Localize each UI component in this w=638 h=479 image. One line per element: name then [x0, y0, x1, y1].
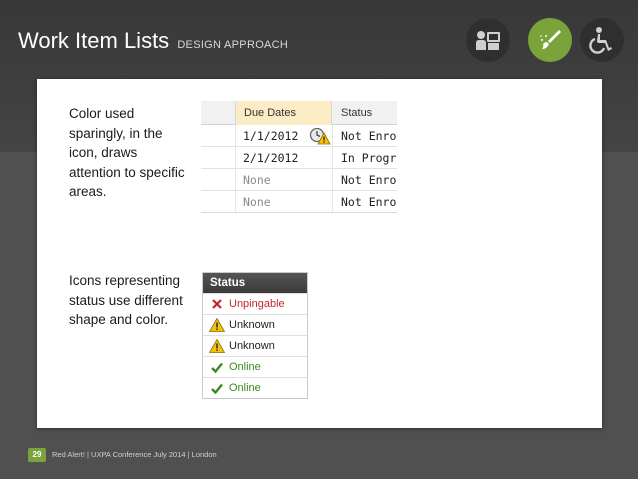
list-item[interactable]: Online	[203, 377, 307, 398]
icons-note: Icons representing status use different …	[69, 273, 183, 327]
dates-table-header: Due Dates Status	[201, 101, 397, 125]
list-item[interactable]: Unknown	[203, 314, 307, 335]
slide-title: Work Item Lists DESIGN APPROACH	[18, 28, 288, 54]
x-icon	[209, 297, 225, 311]
content-card: Color used sparingly, in the icon, draws…	[37, 79, 602, 428]
table-row[interactable]: 2/1/2012 In Progres	[201, 147, 397, 169]
slide-title-text: Work Item Lists	[18, 28, 170, 53]
status-column-header[interactable]: Status	[332, 101, 397, 125]
status-label: Online	[229, 382, 261, 394]
check-icon	[209, 360, 225, 374]
list-item[interactable]: Online	[203, 356, 307, 377]
warning-icon	[209, 318, 225, 332]
status-cell: Not Enroll	[341, 129, 397, 143]
status-cell: Not Enroll	[341, 195, 397, 209]
presentation-icon	[466, 18, 510, 62]
paintbrush-icon	[528, 18, 572, 62]
dates-table: Due Dates Status 1/1/2012 Not Enroll 2/1…	[201, 101, 397, 213]
status-list: Status Unpingable Unknown Unknown Online	[202, 272, 308, 399]
status-label: Online	[229, 361, 261, 373]
list-item[interactable]: Unpingable	[203, 293, 307, 314]
list-item[interactable]: Unknown	[203, 335, 307, 356]
footer-text: Red Alert! | UXPA Conference July 2014 |…	[52, 450, 217, 459]
table-row[interactable]: None Not Enroll	[201, 169, 397, 191]
slide-subtitle: DESIGN APPROACH	[177, 39, 289, 51]
status-label: Unknown	[229, 319, 275, 331]
table-row[interactable]: None Not Enroll	[201, 191, 397, 212]
warning-icon	[209, 339, 225, 353]
accessibility-icon	[580, 18, 624, 62]
status-label: Unknown	[229, 340, 275, 352]
status-label: Unpingable	[229, 298, 285, 310]
clock-warning-icon	[309, 127, 331, 145]
due-date-cell: 2/1/2012	[243, 151, 299, 165]
table-row[interactable]: 1/1/2012 Not Enroll	[201, 125, 397, 147]
due-dates-column-header[interactable]: Due Dates	[235, 101, 332, 125]
status-cell: Not Enroll	[341, 173, 397, 187]
status-list-header[interactable]: Status	[203, 273, 307, 293]
status-cell: In Progres	[341, 151, 397, 165]
check-icon	[209, 381, 225, 395]
color-note: Color used sparingly, in the icon, draws…	[69, 106, 185, 199]
due-date-cell: None	[243, 173, 271, 187]
due-date-cell: None	[243, 195, 271, 209]
page-number: 29	[28, 448, 46, 462]
